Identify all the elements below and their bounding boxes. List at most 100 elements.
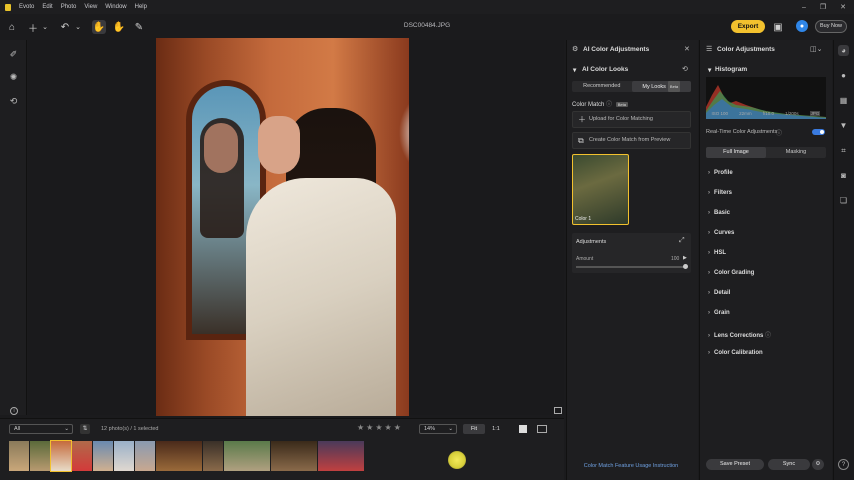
iso-value: ISO 100 [711, 111, 729, 116]
crop-frame-icon[interactable]: ▣ [771, 20, 785, 34]
export-button[interactable]: Export [731, 20, 765, 33]
create-color-match-button[interactable]: ⧉ Create Color Match from Preview [572, 132, 691, 149]
section-hsl[interactable]: › HSL [708, 250, 726, 256]
thumbnail[interactable] [318, 441, 364, 471]
tab-full-image[interactable]: Full Image [706, 147, 766, 158]
adjust-icon[interactable]: ✐ [7, 48, 20, 61]
presets-icon[interactable]: ✺ [7, 71, 20, 84]
crop-icon: ⧉ [578, 136, 584, 145]
menu-evoto[interactable]: Evoto [19, 4, 34, 10]
color-match-card[interactable]: Color 1 [572, 154, 629, 225]
menu-photo[interactable]: Photo [61, 4, 77, 10]
minimize-button[interactable]: – [802, 4, 806, 11]
collapse-chevron-icon[interactable]: ▾ [573, 66, 576, 74]
section-curves[interactable]: › Curves [708, 230, 734, 236]
close-window-button[interactable]: ✕ [840, 3, 846, 11]
rating-stars[interactable]: ★★★★★ [357, 423, 403, 432]
camera-icon[interactable]: ◙ [838, 170, 849, 181]
brush-tool-icon[interactable]: ✋ [112, 20, 126, 34]
tab-masking[interactable]: Masking [766, 147, 826, 158]
zoom-select[interactable]: 14% ⌄ [419, 424, 457, 434]
account-icon[interactable]: ● [796, 20, 808, 32]
panel-layout-icon[interactable]: ◫⌄ [810, 45, 822, 53]
undo-icon[interactable]: ↶ [58, 20, 72, 34]
menu-edit[interactable]: Edit [42, 4, 52, 10]
menu-view[interactable]: View [84, 4, 97, 10]
thumbnail[interactable] [30, 441, 50, 471]
reset-icon[interactable]: ⟲ [682, 65, 688, 73]
instructions-link[interactable]: Color Match Feature Usage Instruction [571, 463, 691, 469]
help-icon[interactable]: ? [838, 459, 849, 470]
menu-help[interactable]: Help [135, 4, 147, 10]
undo-history-chevron-icon[interactable]: ⌄ [71, 20, 85, 34]
chevron-down-icon: ⌄ [64, 426, 69, 432]
info-icon[interactable]: ⓘ [765, 333, 771, 339]
compare-view-icon[interactable] [554, 407, 562, 414]
tab-recommended[interactable]: Recommended [572, 81, 632, 92]
fit-button[interactable]: Fit [463, 424, 485, 434]
expand-icon[interactable]: ⤢ [679, 237, 685, 245]
section-color-calibration[interactable]: › Color Calibration [708, 350, 763, 356]
thumbnail[interactable] [93, 441, 113, 471]
sync-settings-icon[interactable]: ⚙ [812, 459, 824, 470]
chevron-down-icon[interactable]: ⌄ [38, 20, 52, 34]
main-photo[interactable] [156, 38, 409, 416]
section-label: Color Calibration [714, 350, 763, 356]
info-icon[interactable]: ⓘ [606, 102, 612, 108]
thumbnail-selected[interactable] [50, 440, 72, 472]
thumbnail[interactable] [72, 441, 92, 471]
section-color-grading[interactable]: › Color Grading [708, 270, 754, 276]
history-icon[interactable]: ⟲ [7, 95, 20, 108]
thumbnail[interactable] [135, 441, 155, 471]
color-card-label: Color 1 [575, 216, 592, 222]
maximize-button[interactable]: ❐ [820, 3, 826, 11]
section-detail[interactable]: › Detail [708, 290, 730, 296]
close-icon[interactable]: ✕ [684, 45, 690, 53]
home-icon[interactable]: ⌂ [5, 20, 19, 34]
thumbnail[interactable] [9, 441, 29, 471]
beta-badge: Beta [615, 101, 628, 107]
section-filters[interactable]: › Filters [708, 190, 732, 196]
photo-count: 12 photo(s) / 1 selected [101, 426, 159, 432]
sync-button[interactable]: Sync [768, 459, 810, 470]
section-grain[interactable]: › Grain [708, 310, 730, 316]
tab-my-looks[interactable]: My Looks Beta [631, 81, 691, 92]
menu-window[interactable]: Window [105, 4, 126, 10]
amount-slider[interactable] [576, 266, 686, 268]
thumbnail[interactable] [271, 441, 317, 471]
section-profile[interactable]: › Profile [708, 170, 733, 176]
color-palette-icon[interactable]: ◕ [838, 45, 849, 56]
amount-play-icon[interactable]: ▶ [683, 255, 687, 261]
sliders-icon: ☰ [706, 46, 713, 53]
thumbnail[interactable] [156, 441, 202, 471]
batch-icon[interactable]: ❏ [838, 195, 849, 206]
section-lens-corrections[interactable]: › Lens Corrections ⓘ [708, 330, 771, 339]
upload-color-matching-button[interactable]: ＋ Upload for Color Matching [572, 111, 691, 128]
ai-panel-title: AI Color Adjustments [583, 46, 650, 53]
face-scan-icon[interactable]: ⌗ [838, 145, 849, 156]
histogram-chevron-icon[interactable]: ▾ [708, 66, 711, 74]
aperture: f/10.0 [762, 111, 774, 116]
background-icon[interactable]: ▦ [838, 95, 849, 106]
clothing-icon[interactable]: ▼ [838, 120, 849, 131]
thumbnail[interactable] [224, 441, 270, 471]
section-basic[interactable]: › Basic [708, 210, 730, 216]
realtime-toggle[interactable] [812, 129, 825, 135]
drop-icon[interactable]: ● [838, 70, 849, 81]
thumbnail[interactable] [203, 441, 223, 471]
one-to-one-button[interactable]: 1:1 [487, 424, 505, 434]
info-icon[interactable]: ⓘ [776, 128, 782, 137]
sort-button[interactable]: ⇅ [80, 424, 90, 434]
buy-now-button[interactable]: Buy Now [815, 20, 847, 33]
right-tool-rail [833, 40, 854, 480]
thumbnail-strip [9, 440, 364, 472]
hand-tool-icon[interactable]: ✋ [92, 20, 106, 34]
single-view-icon[interactable] [519, 425, 527, 433]
thumbnail[interactable] [114, 441, 134, 471]
pen-tool-icon[interactable]: ✎ [132, 20, 146, 34]
filter-select[interactable]: All ⌄ [9, 424, 73, 434]
save-preset-button[interactable]: Save Preset [706, 459, 764, 470]
amount-slider-handle[interactable] [683, 264, 688, 269]
split-view-icon[interactable] [537, 425, 547, 433]
info-icon[interactable]: i [10, 407, 18, 415]
